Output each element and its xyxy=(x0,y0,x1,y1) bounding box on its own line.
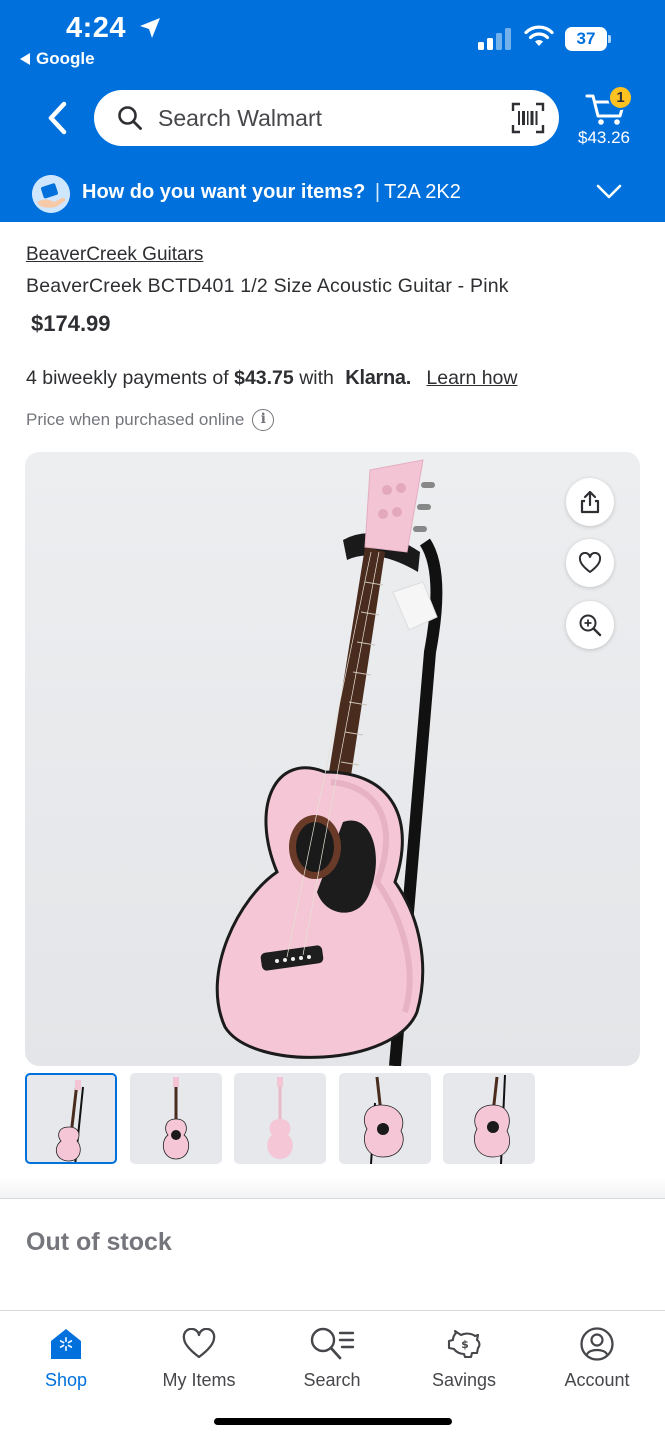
thumbnail-4[interactable] xyxy=(339,1073,431,1164)
wifi-icon xyxy=(524,25,554,46)
search-icon xyxy=(118,106,142,130)
klarna-logo: Klarna. xyxy=(345,367,411,389)
location-arrow-icon xyxy=(140,18,160,38)
thumbnail-5[interactable] xyxy=(443,1073,535,1164)
thumbnail-3[interactable] xyxy=(234,1073,326,1164)
zoom-button[interactable] xyxy=(566,601,614,649)
zoom-in-icon xyxy=(579,614,602,637)
postal-code: T2A 2K2 xyxy=(384,181,461,203)
product-price: $174.99 xyxy=(31,311,111,336)
klarna-payments: 4 biweekly payments of $43.75 with Klarn… xyxy=(26,367,518,389)
nav-search[interactable]: Search xyxy=(277,1311,387,1401)
battery-indicator: 37 xyxy=(565,27,611,51)
search-list-icon xyxy=(310,1327,355,1360)
nav-label-shop: Shop xyxy=(44,1370,88,1390)
nav-account[interactable]: Account xyxy=(542,1311,652,1401)
delivery-prompt: How do you want your items? | T2A 2K2 xyxy=(82,181,461,203)
status-time: 4:24 xyxy=(66,12,127,44)
piggy-bank-icon: $ xyxy=(447,1329,481,1359)
product-title: BeaverCreek BCTD401 1/2 Size Acoustic Gu… xyxy=(26,275,509,297)
product-image[interactable] xyxy=(25,452,640,1066)
divider-line xyxy=(0,1198,665,1199)
favorite-button[interactable] xyxy=(566,539,614,587)
nav-savings[interactable]: $ Savings xyxy=(409,1311,519,1401)
account-icon xyxy=(580,1327,614,1361)
nav-my-items[interactable]: My Items xyxy=(144,1311,254,1401)
price-note: Price when purchased online i xyxy=(26,409,275,431)
guitar-photo xyxy=(215,459,443,1066)
chevron-left-icon xyxy=(48,101,67,135)
delivery-hand-icon xyxy=(32,175,70,213)
nav-label-account: Account xyxy=(564,1370,630,1390)
back-to-app-link[interactable]: Google xyxy=(20,49,95,69)
info-icon[interactable]: i xyxy=(252,409,275,431)
cart-button[interactable]: 1 $43.26 xyxy=(572,84,636,150)
section-divider xyxy=(0,1178,665,1198)
heart-icon xyxy=(578,552,602,573)
chevron-down-icon xyxy=(596,184,622,199)
nav-shop[interactable]: Shop xyxy=(11,1311,121,1401)
thumbnail-2[interactable] xyxy=(130,1073,222,1164)
delivery-options-bar[interactable]: How do you want your items? | T2A 2K2 xyxy=(0,166,665,222)
back-button[interactable] xyxy=(40,98,74,138)
thumbnail-1[interactable] xyxy=(25,1073,117,1164)
heart-icon xyxy=(182,1328,216,1359)
barcode-scan-icon[interactable] xyxy=(511,102,545,134)
share-button[interactable] xyxy=(566,478,614,526)
cart-count-badge: 1 xyxy=(608,85,633,110)
stock-status: Out of stock xyxy=(26,1228,172,1256)
nav-label-search: Search xyxy=(303,1370,361,1390)
learn-how-link[interactable]: Learn how xyxy=(426,367,517,389)
search-input[interactable] xyxy=(158,90,488,146)
back-app-label: Google xyxy=(36,49,95,68)
svg-text:$: $ xyxy=(461,1338,469,1351)
shop-icon xyxy=(51,1329,81,1359)
battery-level: 37 xyxy=(576,29,596,48)
brand-link[interactable]: BeaverCreek Guitars xyxy=(26,244,203,266)
thumbnail-strip xyxy=(25,1073,640,1165)
app-header: 4:24 Google 37 Search Walmart 1 $43.26 H… xyxy=(0,0,665,222)
klarna-amount: $43.75 xyxy=(234,367,294,389)
nav-label-savings: Savings xyxy=(431,1370,497,1390)
search-bar[interactable] xyxy=(94,90,559,146)
nav-label-my-items: My Items xyxy=(162,1370,236,1390)
share-icon xyxy=(580,490,600,514)
signal-icon xyxy=(478,28,511,50)
cart-total: $43.26 xyxy=(578,128,630,147)
home-indicator[interactable] xyxy=(214,1418,452,1425)
back-triangle-icon xyxy=(20,53,30,65)
